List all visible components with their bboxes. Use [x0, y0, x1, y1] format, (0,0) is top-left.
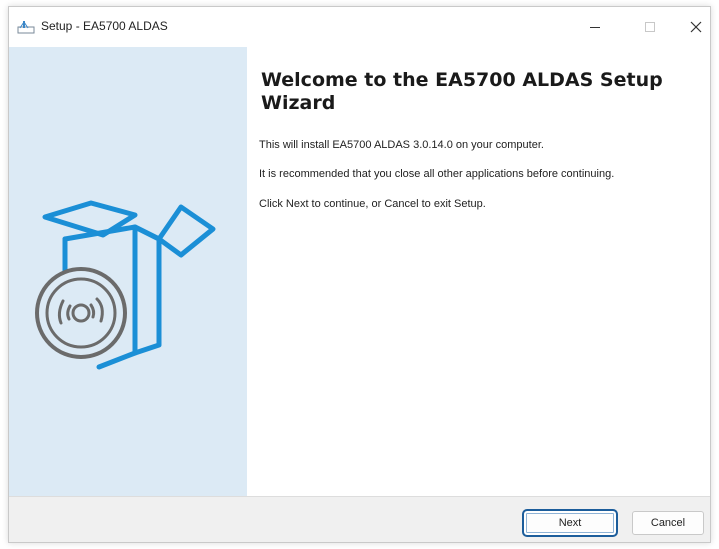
wizard-side-panel: [9, 47, 247, 496]
recommendation-text: It is recommended that you close all oth…: [259, 168, 615, 180]
maximize-icon: [645, 22, 655, 32]
close-button[interactable]: [673, 7, 719, 47]
page-title: Welcome to the EA5700 ALDAS Setup Wizard: [261, 69, 663, 114]
wizard-content: Welcome to the EA5700 ALDAS Setup Wizard…: [247, 47, 710, 496]
window-title: Setup - EA5700 ALDAS: [41, 19, 168, 33]
instruction-text: Click Next to continue, or Cancel to exi…: [259, 198, 486, 210]
minimize-icon: [590, 27, 600, 28]
title-bar[interactable]: Setup - EA5700 ALDAS: [9, 7, 710, 47]
close-icon: [690, 21, 702, 33]
minimize-button[interactable]: [572, 7, 618, 47]
setup-window: Setup - EA5700 ALDAS Welcome to the EA57…: [8, 6, 711, 543]
next-button[interactable]: Next: [522, 509, 618, 537]
setup-app-icon: [17, 21, 35, 34]
install-info-text: This will install EA5700 ALDAS 3.0.14.0 …: [259, 139, 544, 151]
maximize-button[interactable]: [627, 7, 673, 47]
cancel-button[interactable]: Cancel: [632, 511, 704, 535]
software-box-icon: [35, 200, 216, 370]
wizard-footer: Next Cancel: [9, 496, 710, 542]
